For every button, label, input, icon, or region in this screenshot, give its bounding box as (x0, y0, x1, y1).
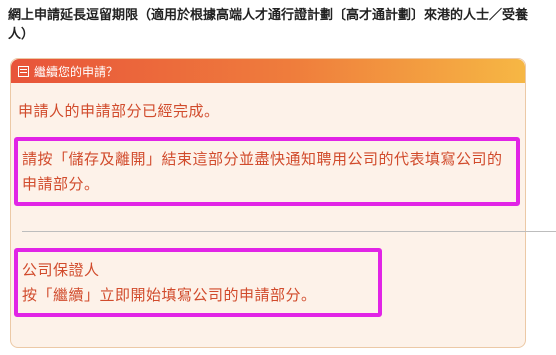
panel-header-label: 繼續您的申請？ (34, 64, 119, 79)
divider (22, 231, 556, 232)
document-icon (18, 65, 29, 77)
continue-section: 公司保證人 按「繼續」立即開始填寫公司的申請部分。 (22, 258, 378, 308)
save-exit-instruction: 請按「儲存及離開」結束這部分並盡快通知聘用公司的代表填寫公司的申請部分。 (22, 150, 503, 193)
completion-message: 申請人的申請部分已經完成。 (18, 102, 220, 120)
panel-header: 繼續您的申請？ (11, 59, 525, 83)
guarantor-label: 公司保證人 (22, 261, 100, 279)
continue-instruction: 按「繼續」立即開始填寫公司的申請部分。 (22, 286, 317, 304)
page-title: 網上申請延長逗留期限（適用於根據高端人才通行證計劃〔高才通計劃〕來港的人士／受養… (8, 8, 529, 42)
